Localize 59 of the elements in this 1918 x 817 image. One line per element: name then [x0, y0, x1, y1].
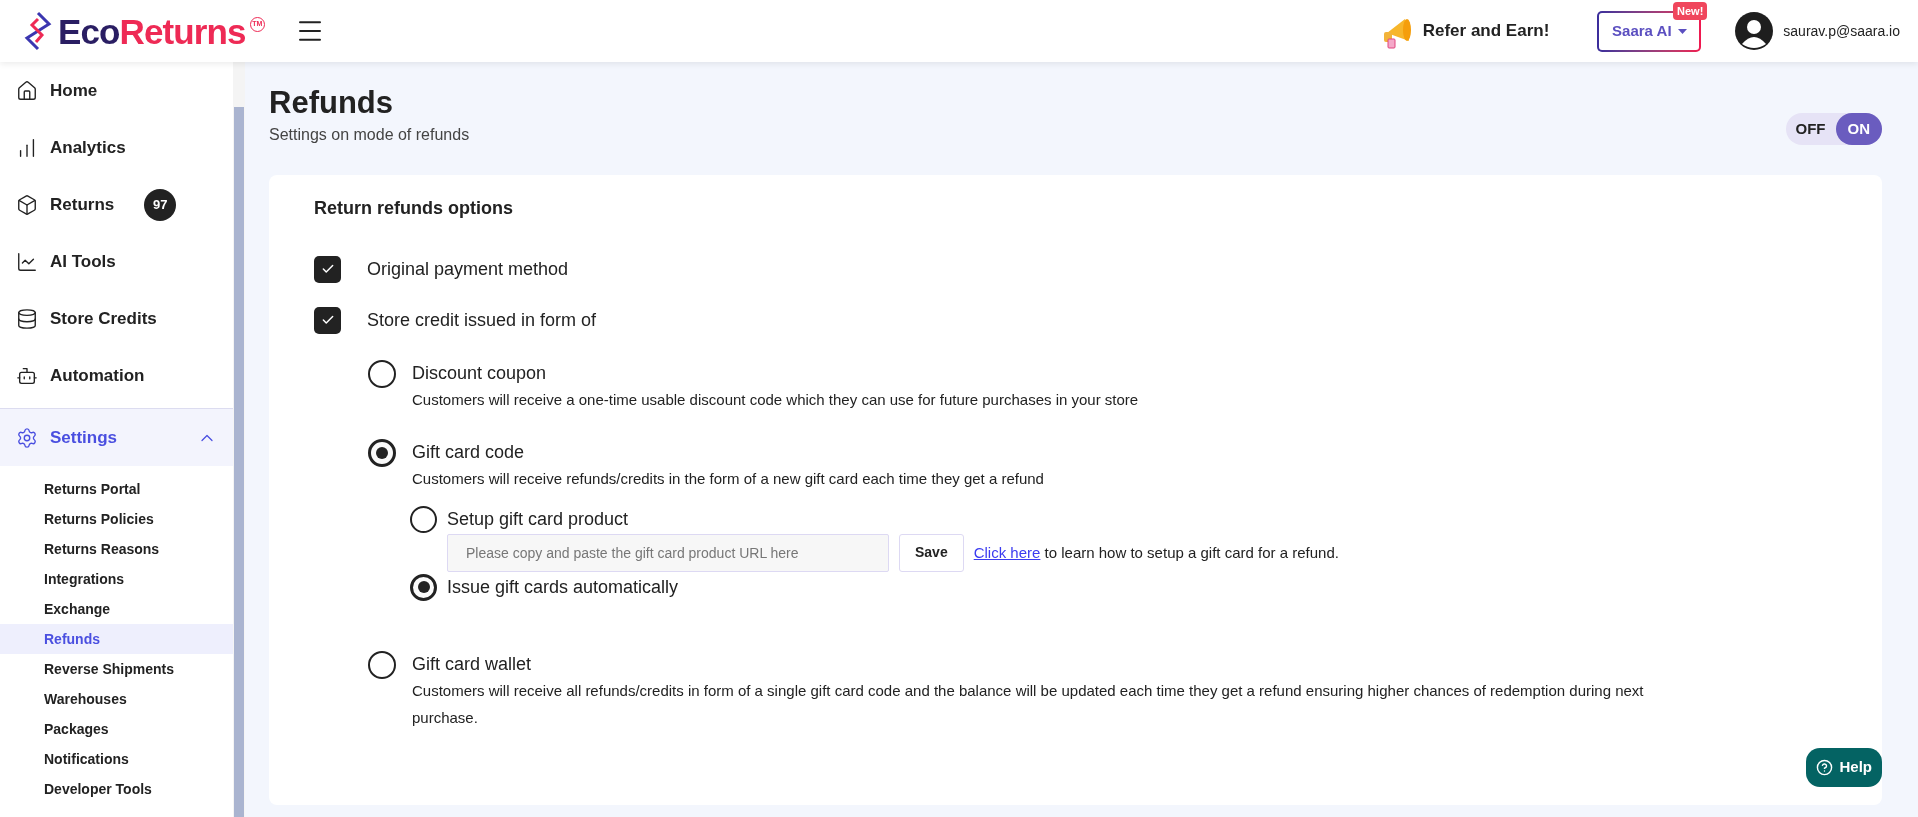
option-label: Gift card code — [412, 440, 526, 464]
sidebar-item[interactable]: Store Credits — [0, 290, 233, 347]
page-subtitle: Settings on mode of refunds — [269, 124, 470, 145]
house-icon — [16, 79, 38, 102]
checkbox-label: Original payment method — [367, 257, 569, 281]
help-button[interactable]: Help — [1806, 748, 1882, 787]
sidebar-subitem[interactable]: Returns Reasons — [0, 534, 233, 564]
help-icon — [1816, 759, 1834, 776]
sidebar-item[interactable]: Home — [0, 62, 233, 119]
brand-name[interactable]: EcoReturns — [58, 13, 246, 49]
gift-card-url-input[interactable]: Please copy and paste the gift card product URL here — [447, 533, 889, 572]
radio-button[interactable] — [410, 573, 437, 601]
on-off-toggle[interactable]: OFF ON — [1785, 112, 1882, 145]
user-email[interactable]: saurav.p@saara.io — [1783, 20, 1900, 42]
line-chart-icon — [16, 250, 38, 273]
scrollbar-thumb[interactable] — [234, 107, 244, 817]
click-here-link[interactable]: Click here — [973, 543, 1041, 561]
new-badge: New! — [1673, 1, 1708, 20]
option-description: Customers will receive refunds/credits in the form of a new gift card each time they get a refund — [412, 468, 1045, 489]
sidebar-subitem[interactable]: Packages — [0, 714, 233, 744]
sidebar-subitem[interactable]: Notifications — [0, 744, 233, 774]
option-label: Issue gift cards automatically — [447, 575, 679, 599]
sidebar-item[interactable]: Settings — [0, 409, 233, 466]
page-title: Refunds — [269, 84, 394, 122]
logo-icon — [22, 11, 54, 51]
database-icon — [16, 307, 38, 330]
sidebar-item[interactable]: Returns 97 — [0, 176, 233, 233]
sidebar-subitem[interactable]: Reverse Shipments — [0, 654, 233, 684]
refer-and-earn-link[interactable]: Refer and Earn! — [1422, 18, 1550, 44]
checkbox-label: Store credit issued in form of — [367, 308, 597, 332]
gear-icon — [16, 426, 38, 449]
radio-button[interactable] — [368, 359, 396, 388]
sidebar-item[interactable]: AI Tools — [0, 233, 233, 290]
card-title: Return refunds options — [314, 196, 514, 220]
sidebar-subitem[interactable]: Refunds — [0, 624, 233, 654]
option-description: Customers will receive all refunds/credits in form of a single gift card code and the balance will be updated each time they get a refund ensuring higher chances of redemption during next purchase. — [412, 680, 1645, 728]
sidebar-item[interactable]: Automation — [0, 347, 233, 404]
option-description: Customers will receive a one-time usable discount code which they can use for future purchases in your store — [412, 389, 1139, 410]
sidebar-subitem[interactable]: Exchange — [0, 594, 233, 624]
checkbox[interactable] — [314, 255, 341, 283]
cube-icon — [16, 193, 38, 216]
user-avatar-icon[interactable] — [1735, 12, 1774, 50]
option-label: Gift card wallet — [412, 652, 533, 676]
option-label: Setup gift card product — [447, 507, 630, 531]
sidebar-subitem[interactable]: Warehouses — [0, 684, 233, 714]
checkbox[interactable] — [314, 306, 341, 334]
radio-button[interactable] — [410, 505, 437, 533]
sidebar-subitem[interactable]: Developer Tools — [0, 774, 233, 804]
sidebar-subitem[interactable]: Returns Policies — [0, 504, 233, 534]
count-badge: 97 — [144, 188, 177, 221]
sidebar-item[interactable]: Analytics — [0, 119, 233, 176]
radio-button[interactable] — [368, 650, 396, 679]
save-button[interactable]: Save — [899, 533, 964, 572]
option-label: Discount coupon — [412, 361, 548, 385]
caret-icon — [1677, 28, 1687, 34]
sidebar-subitem[interactable]: Returns Portal — [0, 474, 233, 504]
sidebar-subitem[interactable]: Integrations — [0, 564, 233, 594]
help-text: Click here to learn how to setup a gift card for a refund. — [973, 542, 1339, 563]
radio-button[interactable] — [368, 438, 396, 467]
